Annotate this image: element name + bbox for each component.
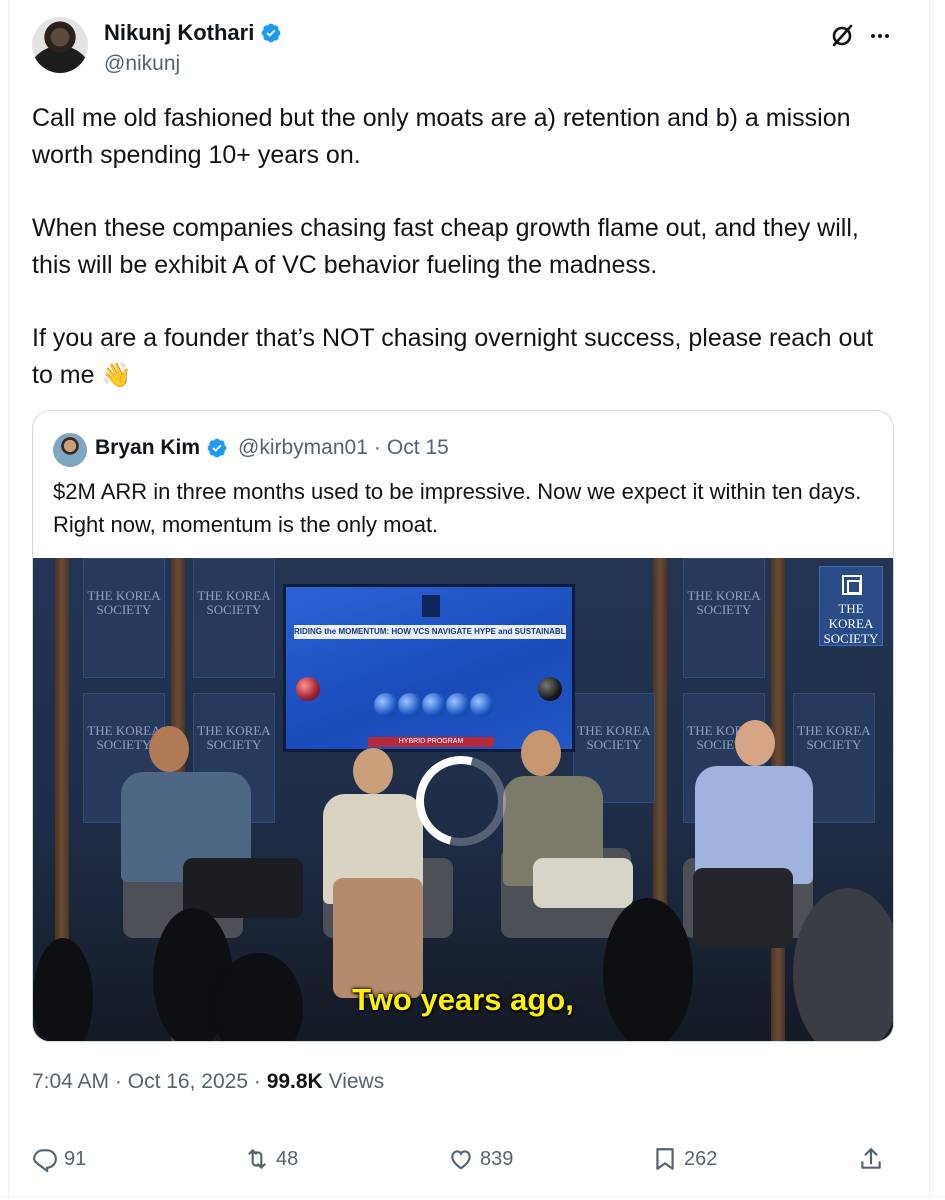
verified-badge-icon xyxy=(207,438,227,458)
backdrop-panel: THE KOREA SOCIETY xyxy=(683,558,765,678)
action-bar: 91 48 839 262 xyxy=(32,1146,894,1176)
quoted-tweet-header: Bryan Kim @kirbyman01 · Oct 15 xyxy=(95,436,449,460)
reply-button[interactable]: 91 xyxy=(32,1146,86,1172)
cradle-ball xyxy=(470,693,494,717)
presentation-screen: RIDING the MOMENTUM: HOW VCS NAVIGATE HY… xyxy=(283,584,575,752)
panelist-head xyxy=(735,720,775,766)
bookmark-count: 262 xyxy=(684,1147,718,1170)
author-handle[interactable]: @nikunj xyxy=(104,52,180,76)
backdrop-panel-label: THE KOREA SOCIETY xyxy=(577,723,651,752)
tweet-text: Call me old fashioned but the only moats… xyxy=(32,100,892,394)
panelist-skirt xyxy=(333,878,423,998)
screen-program-label: HYBRID PROGRAM xyxy=(398,738,464,745)
reply-count: 91 xyxy=(64,1147,87,1170)
backdrop-panel-label: THE KOREA SOCIETY xyxy=(197,723,271,752)
cradle-ball xyxy=(538,677,562,701)
more-dot xyxy=(871,34,875,38)
korea-society-logo: THE KOREA SOCIETY xyxy=(819,566,883,646)
screen-title: RIDING the MOMENTUM: HOW VCS NAVIGATE HY… xyxy=(294,625,566,639)
panelist-head xyxy=(149,726,189,772)
cradle-ball xyxy=(374,693,398,717)
quoted-author-avatar xyxy=(53,433,87,467)
backdrop-panel: THE KOREA SOCIETY xyxy=(193,558,275,678)
author-avatar[interactable] xyxy=(32,17,88,73)
video-caption: Two years ago, xyxy=(352,982,574,1017)
audience-silhouette xyxy=(603,898,693,1041)
more-options-icon[interactable] xyxy=(866,22,894,50)
bookmark-icon xyxy=(656,1148,674,1170)
quoted-date: Oct 15 xyxy=(386,436,449,459)
screen-logo xyxy=(422,595,440,617)
share-icon xyxy=(861,1148,881,1169)
cradle-ball xyxy=(398,693,422,717)
backdrop-panel-label: THE KOREA SOCIETY xyxy=(687,588,761,617)
tweet-paragraph-2: When these companies chasing fast cheap … xyxy=(32,214,859,279)
cradle-ball xyxy=(422,693,446,717)
quoted-tweet-text: $2M ARR in three months used to be impre… xyxy=(53,479,862,537)
tweet-meta: 7:04 AM · Oct 16, 2025 · 99.8K Views xyxy=(32,1070,384,1094)
panelist-head xyxy=(521,730,561,776)
tweet-paragraph-3-text: If you are a founder that’s NOT chasing … xyxy=(32,324,874,389)
views-label: Views xyxy=(328,1070,385,1093)
backdrop-panel-label: THE KOREA SOCIETY xyxy=(797,723,871,752)
verified-badge-icon xyxy=(261,23,281,43)
author-name-row: Nikunj Kothari xyxy=(104,20,282,46)
more-dot xyxy=(878,34,882,38)
backdrop-panel-label: THE KOREA SOCIETY xyxy=(197,588,271,617)
like-count: 839 xyxy=(480,1147,514,1170)
logo-label: THE KOREA SOCIETY xyxy=(823,601,879,646)
heart-icon xyxy=(451,1150,471,1170)
repost-icon xyxy=(248,1149,266,1169)
quoted-separator: · xyxy=(373,436,381,459)
cradle-ball xyxy=(446,693,470,717)
grok-icon[interactable] xyxy=(828,22,856,50)
panelist-body xyxy=(695,766,813,884)
logo-grid-icon xyxy=(842,575,862,595)
more-dot xyxy=(885,34,889,38)
screen-program-bar: HYBRID PROGRAM xyxy=(368,737,494,747)
panelist-head xyxy=(353,748,393,794)
panelist-legs xyxy=(533,858,633,908)
backdrop-panel-label: THE KOREA SOCIETY xyxy=(87,588,161,617)
video-player[interactable]: THE KOREA SOCIETY THE KOREA SOCIETY THE … xyxy=(33,558,893,1041)
quoted-author-handle: @kirbyman01 xyxy=(238,436,368,459)
reply-icon xyxy=(33,1149,57,1172)
backdrop-panel: THE KOREA SOCIETY xyxy=(83,558,165,678)
tweet-paragraph-3: If you are a founder that’s NOT chasing … xyxy=(32,320,892,394)
repost-count: 48 xyxy=(276,1147,299,1170)
author-name[interactable]: Nikunj Kothari xyxy=(104,20,254,46)
quoted-author-name: Bryan Kim xyxy=(95,436,201,459)
cradle-ball xyxy=(296,677,320,701)
tweet-date[interactable]: Oct 16, 2025 xyxy=(128,1070,248,1093)
panelist-legs xyxy=(693,868,793,948)
share-button[interactable] xyxy=(858,1146,884,1172)
like-button[interactable]: 839 xyxy=(448,1146,513,1172)
tweet-paragraph-1: Call me old fashioned but the only moats… xyxy=(32,104,851,169)
quoted-tweet[interactable]: Bryan Kim @kirbyman01 · Oct 15 $2M ARR i… xyxy=(32,410,894,1042)
views-count: 99.8K xyxy=(266,1070,323,1093)
bottom-divider xyxy=(0,1196,945,1197)
waving-hand-emoji: 👋 xyxy=(101,362,132,389)
bookmark-button[interactable]: 262 xyxy=(652,1146,717,1172)
repost-button[interactable]: 48 xyxy=(244,1146,298,1172)
tweet-time[interactable]: 7:04 AM xyxy=(32,1070,109,1093)
meta-separator: · xyxy=(114,1070,122,1093)
meta-separator: · xyxy=(253,1070,261,1093)
